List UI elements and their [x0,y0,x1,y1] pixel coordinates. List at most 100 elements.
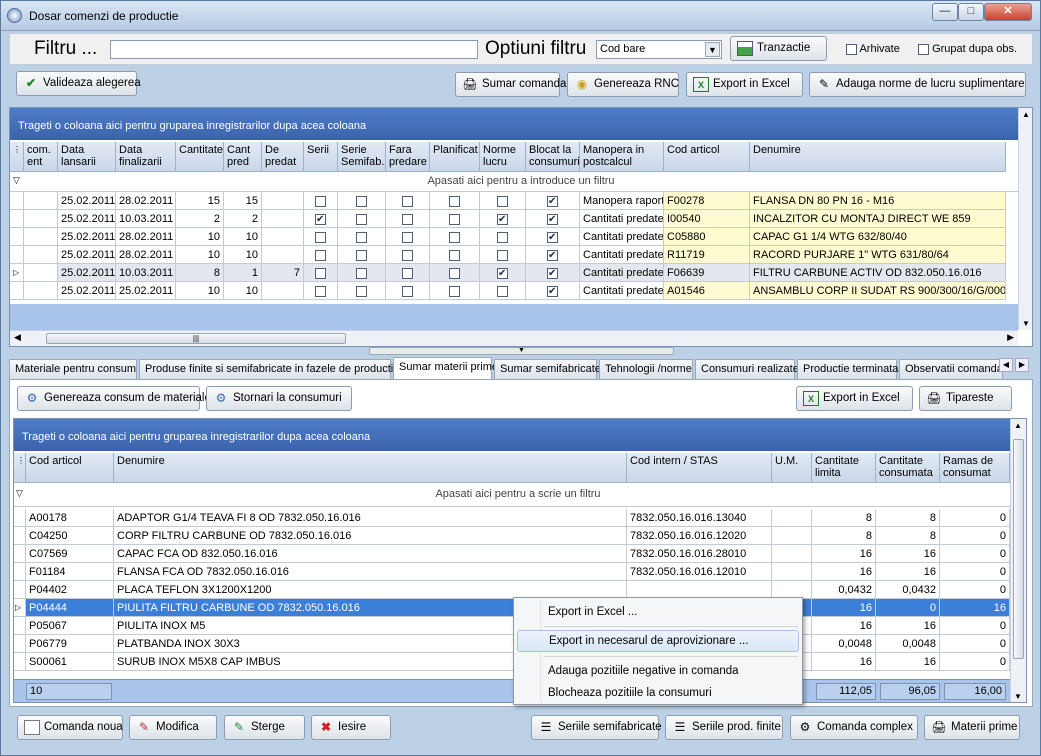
checkbox[interactable] [315,212,326,227]
cell-checkbox[interactable] [304,282,338,300]
scroll-up-icon[interactable]: ▲ [1014,421,1022,430]
checkbox[interactable] [547,230,558,245]
checkbox[interactable] [315,195,326,207]
genereaza-consum-button[interactable]: ⚙ Genereaza consum de materiale [17,386,211,411]
checkbox[interactable] [449,195,460,207]
tab-3[interactable]: Sumar semifabricate [494,359,601,379]
cell-checkbox[interactable] [338,228,386,246]
column-header[interactable]: Cod articol [664,142,750,172]
cell-checkbox[interactable] [430,192,480,210]
checkbox[interactable] [315,249,326,261]
tab-scroll-left-icon[interactable]: ◀ [999,358,1013,372]
menu-export-excel[interactable]: Export in Excel ... [517,601,799,623]
menu-adauga-negative[interactable]: Adauga pozitiile negative in comanda [517,660,799,682]
checkbox[interactable] [449,231,460,243]
column-header[interactable]: De predat [262,142,304,172]
filter-row-2[interactable]: ▽ Apasati aici pentru a scrie un filtru [14,483,1010,507]
cell-checkbox[interactable] [526,228,580,246]
cell-checkbox[interactable] [480,192,526,210]
cell-checkbox[interactable] [338,210,386,228]
checkbox[interactable] [356,285,367,297]
column-header[interactable]: Blocat la consumuri [526,142,580,172]
sterge-button[interactable]: ✎ Sterge [224,715,305,740]
column-header[interactable]: Cantitate consumata [876,453,940,483]
checkbox[interactable] [547,284,558,299]
tab-2[interactable]: Sumar materii prime [393,357,498,380]
column-header[interactable]: Cantitate limita [812,453,876,483]
horizontal-scrollbar[interactable]: ◀ ||| ▶ [10,330,1018,346]
tab-0[interactable]: Materiale pentru consum [9,359,137,379]
cell-checkbox[interactable] [480,246,526,264]
checkbox[interactable] [497,285,508,297]
scroll-up-icon[interactable]: ▲ [1022,110,1030,119]
stornari-button[interactable]: ⚙ Stornari la consumuri [206,386,352,411]
column-header[interactable]: Serii [304,142,338,172]
row-indicator[interactable] [14,563,26,581]
tab-5[interactable]: Consumuri realizate [695,359,799,379]
column-chooser-icon[interactable]: ⋮ [10,142,24,172]
column-header[interactable]: Data lansarii [58,142,116,172]
tranzactie-button[interactable]: Tranzactie [730,36,827,61]
cell-checkbox[interactable] [386,246,430,264]
cell-checkbox[interactable] [526,282,580,300]
checkbox[interactable] [402,231,413,243]
cell-checkbox[interactable] [304,246,338,264]
cell-checkbox[interactable] [304,264,338,282]
column-header[interactable]: Data finalizarii [116,142,176,172]
tab-1[interactable]: Produse finite si semifabricate in fazel… [139,359,399,379]
materii-prime-button[interactable]: 🖨 Materii prime [924,715,1020,740]
row-indicator[interactable]: ▷ [14,599,26,617]
cell-checkbox[interactable] [304,210,338,228]
checkbox[interactable] [497,212,508,227]
checkbox[interactable] [315,285,326,297]
checkbox[interactable] [547,212,558,227]
group-by-panel[interactable]: Trageti o coloana aici pentru gruparea i… [10,108,1032,140]
row-indicator[interactable] [14,527,26,545]
cell-checkbox[interactable] [526,210,580,228]
column-header[interactable]: Ramas de consumat [940,453,1010,483]
scroll-down-icon[interactable]: ▼ [1014,692,1022,701]
filter-row[interactable]: ▽ Apasati aici pentru a introduce un fil… [10,172,1018,192]
menu-export-necesar[interactable]: Export in necesarul de aprovizionare ... [517,630,799,652]
checkbox[interactable] [356,213,367,225]
row-indicator[interactable] [14,509,26,527]
cell-checkbox[interactable] [386,282,430,300]
checkbox[interactable] [356,195,367,207]
scroll-right-icon[interactable]: ▶ [1007,332,1014,343]
row-indicator[interactable] [10,192,24,210]
cell-checkbox[interactable] [480,228,526,246]
close-button[interactable]: ✕ [984,3,1032,21]
row-indicator[interactable] [10,246,24,264]
checkbox[interactable] [497,249,508,261]
checkbox[interactable] [449,249,460,261]
checkbox[interactable] [497,231,508,243]
comanda-noua-button[interactable]: Comanda noua [17,715,123,740]
checkbox[interactable] [402,285,413,297]
tab-4[interactable]: Tehnologii /norme [599,359,693,379]
row-indicator[interactable] [14,545,26,563]
column-header[interactable]: Norme lucru [480,142,526,172]
comanda-complex-button[interactable]: ⚙ Comanda complex [790,715,918,740]
cell-checkbox[interactable] [304,192,338,210]
column-header[interactable]: Cant pred [224,142,262,172]
sumar-comanda-button[interactable]: 🖨 Sumar comanda [455,72,566,97]
checkbox[interactable] [547,266,558,281]
scroll-thumb[interactable]: ||| [46,333,346,344]
column-header[interactable]: Denumire [750,142,1006,172]
tab-6[interactable]: Productie terminata [797,359,898,379]
modifica-button[interactable]: ✎ Modifica [129,715,217,740]
row-indicator[interactable] [14,635,26,653]
row-indicator[interactable] [10,210,24,228]
adauga-norme-button[interactable]: ✎ Adauga norme de lucru suplimentare [809,72,1026,97]
cell-checkbox[interactable] [430,282,480,300]
arhivate-checkbox[interactable]: Arhivate [846,43,900,55]
column-header[interactable]: Cod intern / STAS [627,453,772,483]
cell-checkbox[interactable] [338,264,386,282]
column-header[interactable]: Fara predare [386,142,430,172]
iesire-button[interactable]: ✖ Iesire [311,715,391,740]
cell-checkbox[interactable] [386,192,430,210]
cell-checkbox[interactable] [430,246,480,264]
maximize-button[interactable]: □ [958,3,984,21]
checkbox[interactable] [497,195,508,207]
cell-checkbox[interactable] [526,264,580,282]
